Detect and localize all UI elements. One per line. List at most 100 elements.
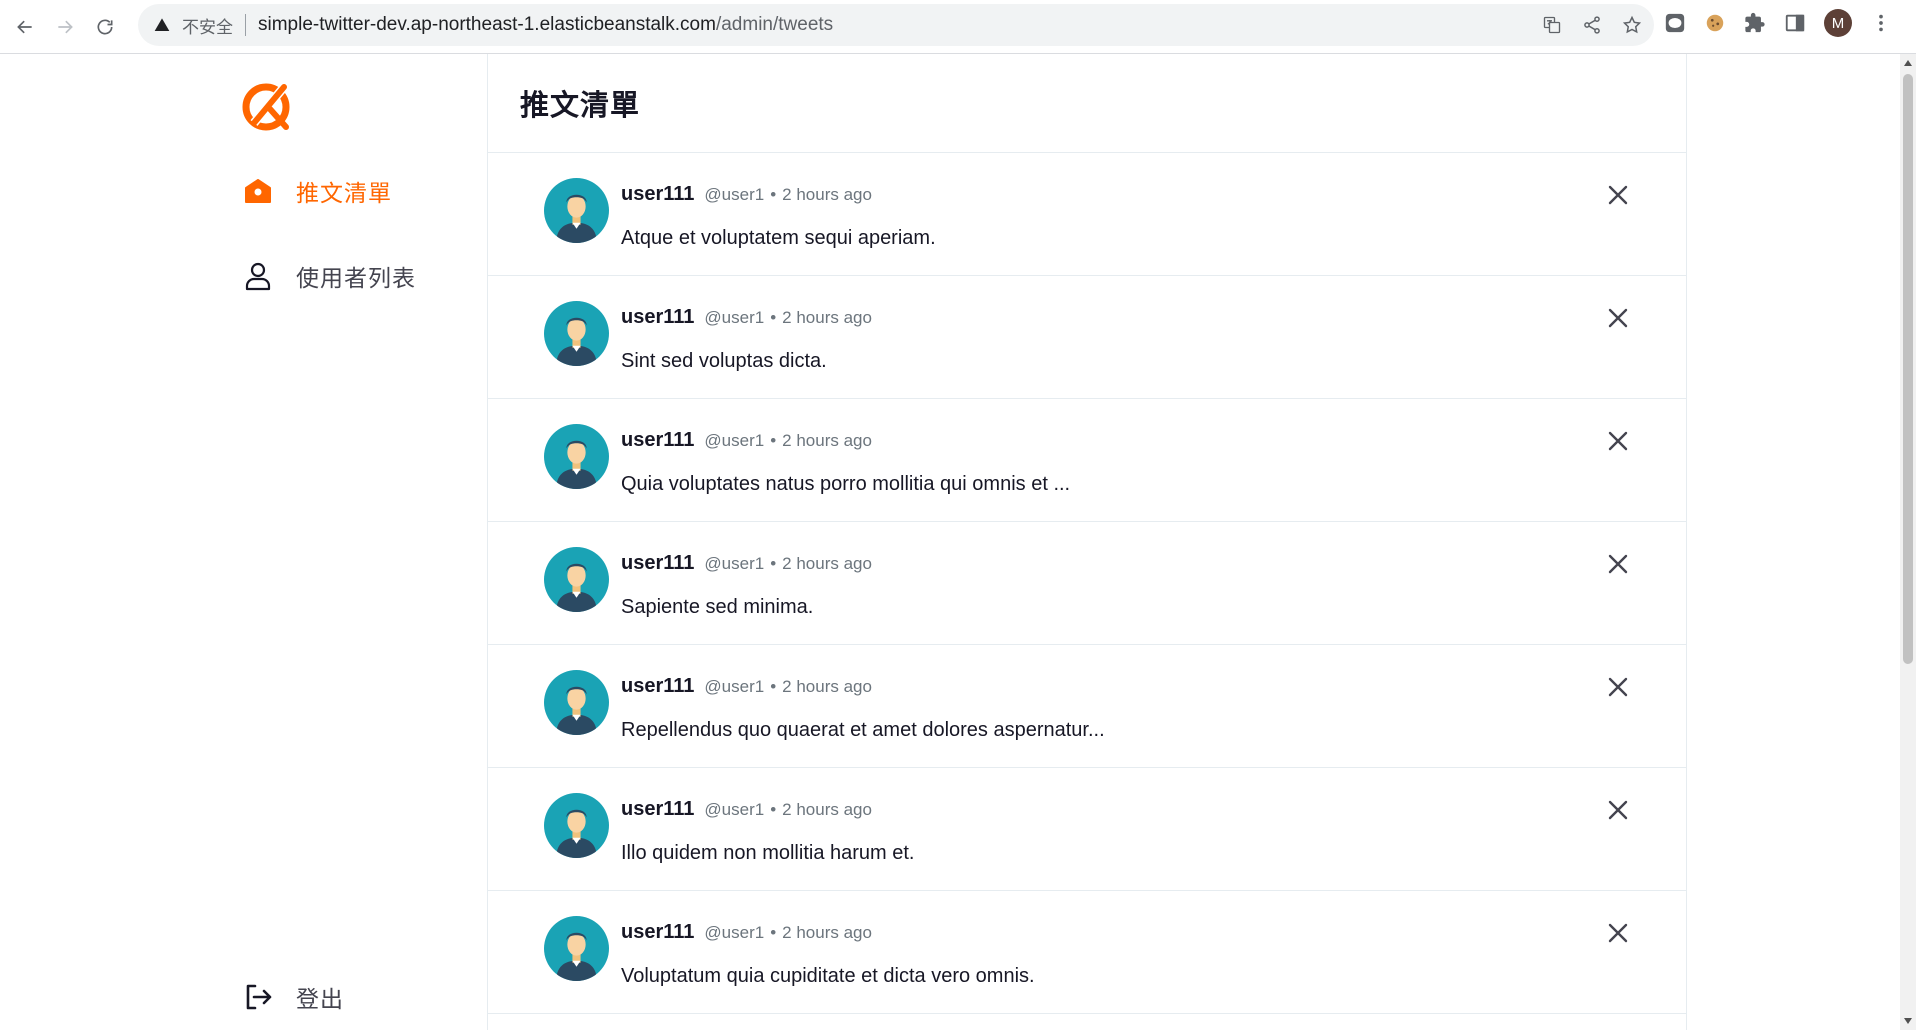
delete-tweet-button[interactable] [1604,673,1632,701]
tweet-content: Voluptatum quia cupiditate et dicta vero… [621,965,1035,987]
warning-icon [154,18,170,31]
delete-tweet-button[interactable] [1604,427,1632,455]
tweet-user-name[interactable]: user111 [621,921,694,944]
sidebar-item-tweets[interactable]: 推文清單 [242,174,392,208]
separator [245,14,246,36]
tweet-user-account: @user1 [704,308,765,327]
sidebar-item-label: 推文清單 [296,180,392,206]
reload-icon[interactable] [90,12,120,42]
tweet-time: 2 hours ago [782,431,872,450]
avatar[interactable] [544,547,609,612]
tweet-item: user111 @user1 • 2 hours ago Quia volupt… [488,399,1686,522]
url-host: simple-twitter-dev.ap-northeast-1.elasti… [258,14,716,35]
tweet-time: 2 hours ago [782,677,872,696]
tweet-content: Sint sed voluptas dicta. [621,350,827,372]
alphacamp-logo-icon[interactable] [240,79,294,133]
tweet-user-name[interactable]: user111 [621,306,694,329]
kebab-menu-icon[interactable] [1870,12,1892,34]
tweet-time: 2 hours ago [782,554,872,573]
scroll-thumb[interactable] [1903,74,1913,664]
tweet-user-account: @user1 [704,800,765,819]
translate-icon[interactable] [1542,15,1562,35]
scroll-down-icon[interactable] [1904,1018,1912,1024]
tweet-content: Repellendus quo quaerat et amet dolores … [621,719,1105,741]
scroll-up-icon[interactable] [1904,60,1912,66]
close-icon [1608,800,1628,820]
logout-icon [242,981,274,1013]
meta-separator: • [770,554,777,573]
tweet-user-name[interactable]: user111 [621,183,694,206]
sidebar: 推文清單 使用者列表 登出 [230,54,487,1030]
url-path: /admin/tweets [715,14,834,35]
avatar[interactable] [544,916,609,981]
meta-separator: • [770,308,777,327]
delete-tweet-button[interactable] [1604,919,1632,947]
side-panel-icon[interactable] [1784,12,1806,34]
browser-toolbar: 不安全 simple-twitter-dev.ap-northeast-1.el… [0,0,1916,54]
tweet-content: Illo quidem non mollitia harum et. [621,842,915,864]
address-bar[interactable]: 不安全 simple-twitter-dev.ap-northeast-1.el… [138,4,1654,46]
tweet-item: user111 @user1 • 2 hours ago Repellendus… [488,645,1686,768]
tweet-user-name[interactable]: user111 [621,675,694,698]
meta-separator: • [770,677,777,696]
delete-tweet-button[interactable] [1604,304,1632,332]
logout-button[interactable]: 登出 [242,980,344,1014]
logout-label: 登出 [296,986,344,1012]
tweet-time: 2 hours ago [782,185,872,204]
tweet-content: Atque et voluptatem sequi aperiam. [621,227,936,249]
main-panel: 推文清單 user111 @user1 • 2 hours ago Atque … [487,54,1687,1030]
tweet-list: user111 @user1 • 2 hours ago Atque et vo… [488,153,1686,1014]
tweet-user-name[interactable]: user111 [621,429,694,452]
tweet-user-account: @user1 [704,431,765,450]
tweet-item: user111 @user1 • 2 hours ago Illo quidem… [488,768,1686,891]
avatar[interactable] [544,670,609,735]
tweet-user-account: @user1 [704,923,765,942]
profile-avatar[interactable]: M [1824,9,1852,37]
tweet-user-name[interactable]: user111 [621,798,694,821]
avatar[interactable] [544,793,609,858]
meta-separator: • [770,431,777,450]
tweet-item: user111 @user1 • 2 hours ago Atque et vo… [488,153,1686,276]
line-extension-icon[interactable] [1664,12,1686,34]
delete-tweet-button[interactable] [1604,181,1632,209]
delete-tweet-button[interactable] [1604,796,1632,824]
tweet-user-account: @user1 [704,554,765,573]
close-icon [1608,923,1628,943]
user-icon [242,260,274,292]
share-icon[interactable] [1582,15,1602,35]
avatar[interactable] [544,424,609,489]
page-title: 推文清單 [520,90,641,122]
delete-tweet-button[interactable] [1604,550,1632,578]
meta-separator: • [770,800,777,819]
sidebar-item-users[interactable]: 使用者列表 [242,259,416,293]
page-scrollbar[interactable] [1900,54,1916,1030]
bookmark-star-icon[interactable] [1622,15,1642,35]
forward-icon[interactable] [50,12,80,42]
page-header: 推文清單 [488,54,1686,153]
avatar[interactable] [544,301,609,366]
meta-separator: • [770,923,777,942]
tweet-item: user111 @user1 • 2 hours ago Sint sed vo… [488,276,1686,399]
tweet-time: 2 hours ago [782,308,872,327]
tweet-item: user111 @user1 • 2 hours ago Voluptatum … [488,891,1686,1014]
tweet-user-account: @user1 [704,185,765,204]
home-icon [242,175,274,207]
close-icon [1608,554,1628,574]
close-icon [1608,431,1628,451]
back-icon[interactable] [10,12,40,42]
extensions-puzzle-icon[interactable] [1744,12,1766,34]
avatar[interactable] [544,178,609,243]
tweet-time: 2 hours ago [782,923,872,942]
meta-separator: • [770,185,777,204]
tweet-user-name[interactable]: user111 [621,552,694,575]
close-icon [1608,185,1628,205]
tweet-content: Quia voluptates natus porro mollitia qui… [621,473,1071,495]
insecure-label: 不安全 [182,17,233,37]
tweet-user-account: @user1 [704,677,765,696]
close-icon [1608,308,1628,328]
sidebar-item-label: 使用者列表 [296,265,416,291]
tweet-item: user111 @user1 • 2 hours ago Sapiente se… [488,522,1686,645]
tweet-time: 2 hours ago [782,800,872,819]
close-icon [1608,677,1628,697]
cookie-icon[interactable] [1704,12,1726,34]
